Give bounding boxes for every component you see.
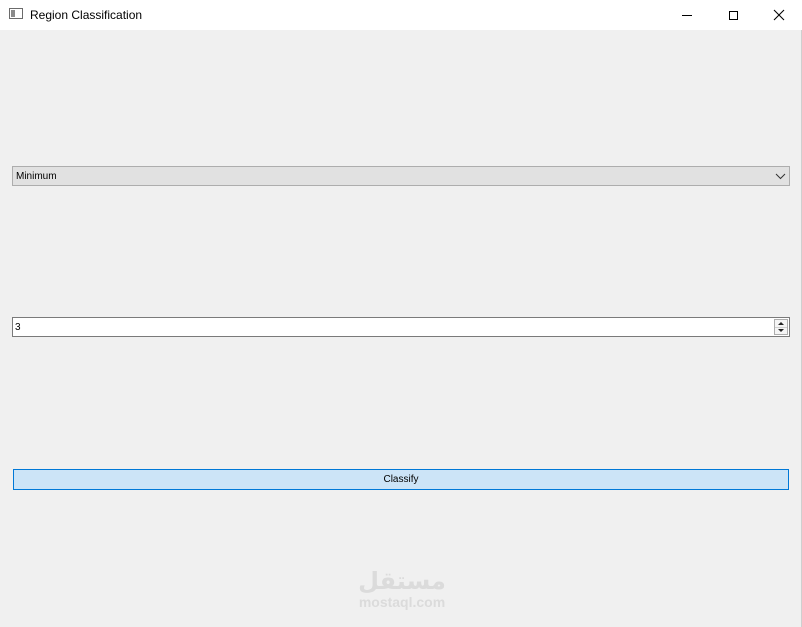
maximize-icon	[728, 10, 738, 20]
classify-button[interactable]: Classify	[13, 469, 789, 490]
close-button[interactable]	[756, 0, 802, 30]
minimize-icon	[682, 14, 692, 16]
chevron-down-icon	[775, 173, 786, 180]
method-combobox-value: Minimum	[16, 171, 57, 182]
minimize-button[interactable]	[664, 0, 710, 30]
maximize-button[interactable]	[710, 0, 756, 30]
number-spinbox[interactable]: 3	[12, 317, 790, 337]
arrow-up-icon	[778, 322, 784, 325]
close-icon	[773, 9, 785, 21]
watermark: مستقل mostaql.com	[352, 568, 452, 610]
title-bar[interactable]: Region Classification	[0, 0, 802, 30]
method-combobox[interactable]: Minimum	[12, 166, 790, 186]
watermark-logo: مستقل	[358, 567, 446, 595]
spin-down-button[interactable]	[775, 327, 787, 334]
number-spinbox-value: 3	[15, 322, 21, 333]
arrow-down-icon	[778, 329, 784, 332]
spinbox-buttons	[774, 319, 788, 335]
main-window: Region Classification Minimum 3 Classify…	[0, 0, 802, 627]
watermark-domain: mostaql.com	[358, 594, 446, 610]
app-window-icon	[9, 8, 23, 19]
window-title: Region Classification	[30, 8, 143, 22]
